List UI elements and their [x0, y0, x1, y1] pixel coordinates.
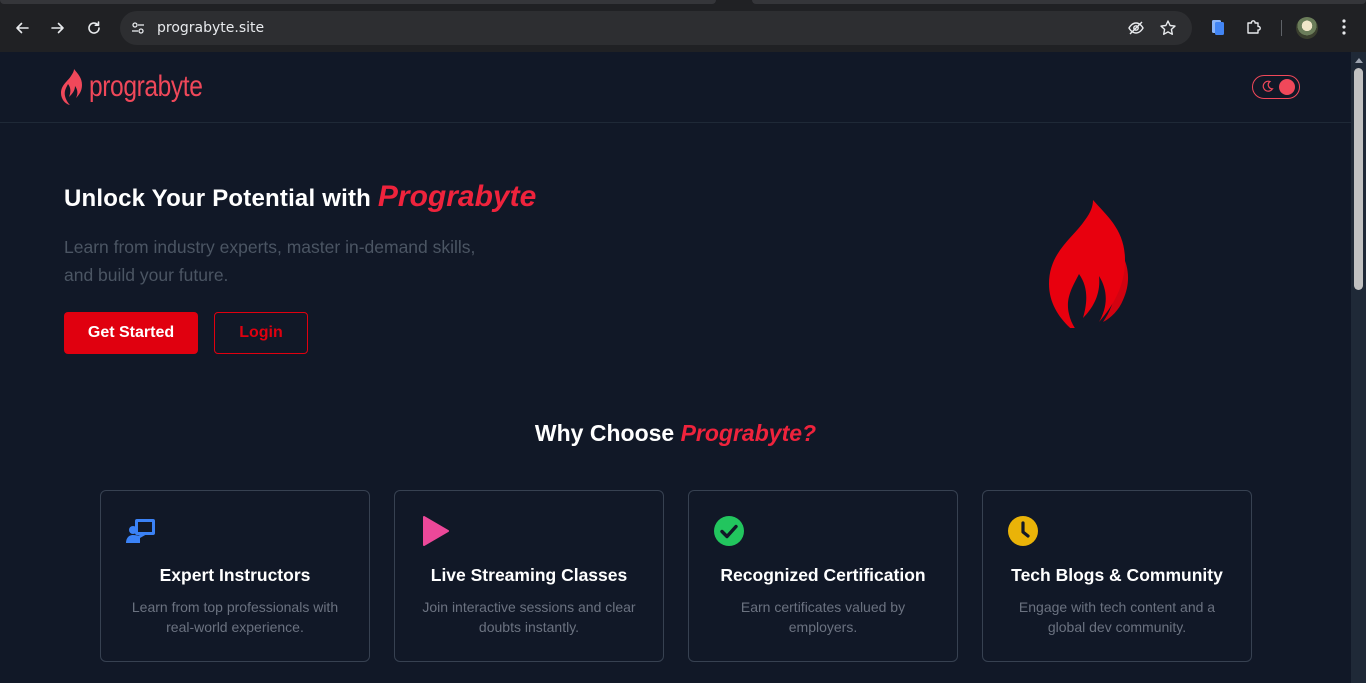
login-button[interactable]: Login	[214, 312, 308, 354]
tab-edge	[0, 0, 716, 4]
feature-desc: Earn certificates valued by employers.	[740, 599, 906, 635]
scroll-up-icon[interactable]	[1355, 58, 1363, 63]
flame-logo-icon	[61, 69, 82, 105]
feature-card-instructors: Expert Instructors Learn from top profes…	[100, 490, 370, 662]
moon-icon	[1262, 80, 1274, 92]
hero-subtitle: Learn from industry experts, master in-d…	[64, 237, 476, 285]
why-title-prefix: Why Choose	[534, 420, 675, 446]
hero-title-prefix: Unlock Your Potential with	[64, 185, 372, 212]
instructor-icon	[125, 515, 157, 547]
toolbar-divider	[1281, 20, 1282, 36]
scrollbar-thumb[interactable]	[1354, 68, 1363, 290]
why-title: Why Choose Prograbyte?	[0, 420, 1351, 447]
back-button[interactable]	[8, 14, 36, 42]
puzzle-icon[interactable]	[1243, 16, 1265, 38]
forward-button[interactable]	[44, 14, 72, 42]
extension-docs-icon[interactable]	[1207, 16, 1229, 38]
hero-title: Unlock Your Potential with Prograbyte	[64, 180, 536, 214]
more-vert-icon[interactable]	[1333, 16, 1355, 38]
feature-desc: Engage with tech content and a global de…	[1018, 599, 1216, 635]
get-started-button[interactable]: Get Started	[64, 312, 198, 354]
arrow-left-icon	[16, 22, 29, 34]
hero-title-brand: Prograbyte	[377, 180, 537, 213]
reload-button[interactable]	[80, 14, 108, 42]
tune-icon	[132, 22, 144, 34]
play-icon	[419, 515, 451, 547]
address-bar[interactable]: prograbyte.site	[120, 11, 1192, 45]
theme-toggle[interactable]	[1252, 75, 1300, 99]
why-title-brand: Prograbyte?	[680, 420, 817, 446]
arrow-right-icon	[51, 22, 64, 34]
feature-card-certification: Recognized Certification Earn certificat…	[688, 490, 958, 662]
page: prograbyte Unlock Your Potential with Pr…	[0, 52, 1351, 683]
clock-icon	[1007, 515, 1039, 547]
check-circle-icon	[713, 515, 745, 547]
feature-card-streaming: Live Streaming Classes Join interactive …	[394, 490, 664, 662]
site-info-button[interactable]	[124, 14, 152, 42]
logo-text: prograbyte	[89, 70, 203, 103]
feature-title: Expert Instructors	[159, 565, 311, 585]
toggle-knob	[1279, 79, 1295, 95]
flame-hero-icon	[1049, 200, 1129, 328]
feature-desc: Join interactive sessions and clear doub…	[422, 599, 636, 635]
reload-icon	[88, 21, 100, 34]
feature-desc: Learn from top professionals with real-w…	[131, 599, 339, 635]
eye-off-icon[interactable]	[1126, 18, 1146, 38]
url-text[interactable]: prograbyte.site	[157, 20, 264, 36]
feature-card-community: Tech Blogs & Community Engage with tech …	[982, 490, 1252, 662]
feature-title: Live Streaming Classes	[430, 565, 628, 585]
site-header: prograbyte	[0, 52, 1351, 123]
browser-toolbar: prograbyte.site	[0, 0, 1366, 52]
page-scrollbar[interactable]	[1351, 52, 1366, 683]
profile-avatar[interactable]	[1296, 17, 1318, 39]
bookmark-star-icon[interactable]	[1158, 18, 1178, 38]
site-logo[interactable]: prograbyte	[60, 68, 227, 106]
tab-edge	[752, 0, 1366, 4]
feature-title: Tech Blogs & Community	[1011, 565, 1223, 585]
feature-title: Recognized Certification	[720, 565, 926, 585]
